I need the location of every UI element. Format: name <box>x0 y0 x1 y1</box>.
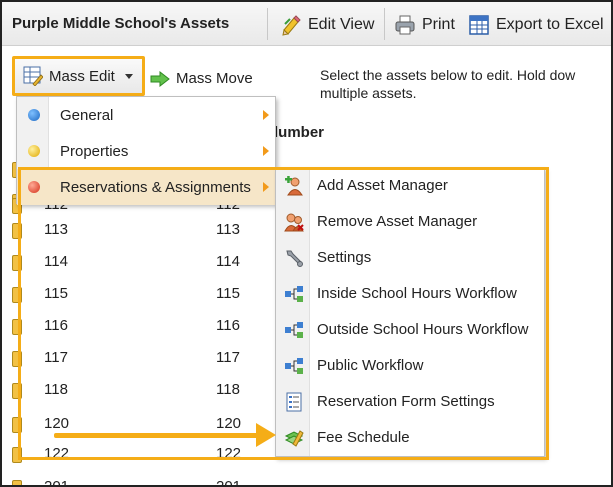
cell: 115 <box>44 285 68 302</box>
spreadsheet-icon <box>468 14 490 36</box>
menu-item-remove-asset-manager[interactable]: Remove Asset Manager <box>276 204 544 240</box>
mass-edit-icon <box>23 66 44 87</box>
export-to-excel-button[interactable]: Export to Excel <box>468 13 604 37</box>
cell: 115 <box>216 285 240 302</box>
menu-item-label: Public Workflow <box>317 357 424 374</box>
asset-icon <box>12 287 22 303</box>
cell: 122 <box>44 445 70 462</box>
help-text-line: Select the assets below to edit. Hold do… <box>320 67 576 83</box>
menu-item-label: Remove Asset Manager <box>317 213 478 230</box>
menu-item-properties[interactable]: Properties <box>17 133 275 169</box>
green-arrow-icon <box>150 70 170 87</box>
toolbar-divider <box>267 8 268 40</box>
menu-item-label: Properties <box>60 142 129 160</box>
workflow-icon <box>284 356 304 376</box>
mass-move-button[interactable]: Mass Move <box>150 70 253 87</box>
export-label: Export to Excel <box>496 16 604 33</box>
menu-item-fee-schedule[interactable]: Fee Schedule <box>276 420 544 456</box>
cell: 122 <box>216 445 242 462</box>
reservations-submenu: Add Asset Manager Remove Asset Manager S… <box>275 167 545 457</box>
wrench-icon <box>284 248 304 268</box>
menu-item-outside-school-hours-workflow[interactable]: Outside School Hours Workflow <box>276 312 544 348</box>
red-dot-icon <box>28 181 40 193</box>
mass-edit-menu: General Properties Reservations & Assign… <box>16 96 276 205</box>
cell: 113 <box>44 221 68 238</box>
print-button[interactable]: Print <box>394 13 455 37</box>
cell: 117 <box>216 349 240 366</box>
printer-icon <box>394 14 416 36</box>
cell: 114 <box>44 253 68 270</box>
help-text: Select the assets below to edit. Hold do… <box>320 66 611 102</box>
chevron-right-icon <box>263 110 269 120</box>
fee-schedule-icon <box>284 428 304 448</box>
menu-item-settings[interactable]: Settings <box>276 240 544 276</box>
asset-icon <box>12 255 22 271</box>
cell: 113 <box>216 221 240 238</box>
blue-dot-icon <box>28 109 40 121</box>
menu-item-label: Add Asset Manager <box>317 177 448 194</box>
app-window: Purple Middle School's Assets Edit View <box>0 0 613 487</box>
menu-item-label: Inside School Hours Workflow <box>317 285 517 302</box>
asset-icon <box>12 223 22 239</box>
asset-icon <box>12 319 22 335</box>
menu-item-reservation-form-settings[interactable]: Reservation Form Settings <box>276 384 544 420</box>
menu-item-public-workflow[interactable]: Public Workflow <box>276 348 544 384</box>
workflow-icon <box>284 284 304 304</box>
edit-view-label: Edit View <box>308 16 375 33</box>
column-header: lumber <box>274 124 325 141</box>
menu-item-add-asset-manager[interactable]: Add Asset Manager <box>276 168 544 204</box>
cell: 120 <box>44 415 70 432</box>
menu-item-label: Settings <box>317 249 372 266</box>
cell: 120 <box>216 415 242 432</box>
chevron-right-icon <box>263 182 269 192</box>
menu-item-reservations-assignments[interactable]: Reservations & Assignments <box>17 169 275 205</box>
page-title: Purple Middle School's Assets <box>12 15 230 32</box>
table-row[interactable]: 201 201 <box>2 472 611 487</box>
cell: 201 <box>216 478 242 487</box>
cell: 117 <box>44 349 68 366</box>
mass-edit-label: Mass Edit <box>49 67 115 85</box>
form-icon <box>284 392 304 412</box>
menu-item-label: Outside School Hours Workflow <box>317 321 529 338</box>
yellow-dot-icon <box>28 145 40 157</box>
print-label: Print <box>422 16 455 33</box>
mass-move-label: Mass Move <box>176 70 253 87</box>
asset-icon <box>12 480 22 485</box>
cell: 116 <box>216 317 240 334</box>
asset-icon <box>12 351 22 367</box>
toolbar: Purple Middle School's Assets Edit View <box>2 2 611 46</box>
add-user-icon <box>284 176 304 196</box>
asset-icon <box>12 417 22 433</box>
menu-item-label: Reservations & Assignments <box>60 178 251 196</box>
menu-item-label: Reservation Form Settings <box>317 393 495 410</box>
cell: 118 <box>216 381 240 398</box>
cell: 116 <box>44 317 68 334</box>
asset-icon <box>12 383 22 399</box>
cell: 118 <box>44 381 68 398</box>
workflow-icon <box>284 320 304 340</box>
toolbar-divider <box>384 8 385 40</box>
help-text-line: multiple assets. <box>320 85 417 101</box>
cell: 114 <box>216 253 240 270</box>
remove-user-icon <box>284 212 304 232</box>
cell: 201 <box>44 478 70 487</box>
menu-item-label: General <box>60 106 114 124</box>
asset-icon <box>12 447 22 463</box>
menu-item-general[interactable]: General <box>17 97 275 133</box>
menu-item-label: Fee Schedule <box>317 429 410 446</box>
chevron-down-icon <box>124 73 133 79</box>
chevron-right-icon <box>263 146 269 156</box>
action-bar: Mass Edit Mass Move Select the assets be… <box>2 46 611 102</box>
menu-item-inside-school-hours-workflow[interactable]: Inside School Hours Workflow <box>276 276 544 312</box>
pencil-icon <box>280 14 302 36</box>
mass-edit-button[interactable]: Mass Edit <box>12 56 145 96</box>
edit-view-button[interactable]: Edit View <box>280 13 374 37</box>
